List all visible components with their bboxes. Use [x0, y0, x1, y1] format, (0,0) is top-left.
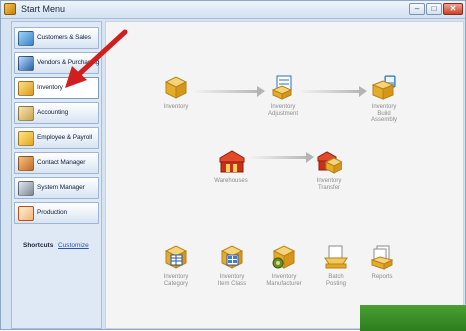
inventory-item-class-icon [219, 244, 245, 270]
annotation-arrow [65, 29, 128, 88]
reports-tile[interactable]: Reports [352, 244, 412, 281]
inventory-box-icon [163, 74, 189, 100]
sidebar-item-production[interactable]: Production [14, 202, 99, 224]
maximize-button[interactable]: □ [426, 3, 442, 15]
close-button[interactable]: ✕ [443, 3, 463, 15]
green-status-strip [360, 305, 466, 331]
vendors-purchasing-icon [18, 56, 34, 71]
sidebar-item-accounting[interactable]: Accounting [14, 102, 99, 124]
start-menu-window: Start Menu – □ ✕ Customers & Sales Vendo… [0, 0, 466, 331]
flow-arrow-connector [300, 86, 367, 97]
shortcuts-label: Shortcuts [23, 242, 54, 249]
sidebar-item-label: Accounting [37, 109, 69, 116]
warehouses-tile[interactable]: Warehouses [201, 148, 261, 185]
batch-posting-icon [323, 244, 349, 270]
window-title: Start Menu [21, 4, 66, 14]
inventory-workspace: Inventory Inventory Adjustment Inventory… [105, 21, 464, 329]
contacts-icon [18, 156, 34, 171]
sidebar-item-label: Inventory [37, 84, 63, 91]
inventory-transfer-tile[interactable]: Inventory Transfer [299, 148, 359, 191]
inventory-item-class-label: Inventory Item Class [217, 274, 247, 287]
sidebar-item-contact-manager[interactable]: Contact Manager [14, 152, 99, 174]
customers-sales-icon [18, 31, 34, 46]
inventory-label: Inventory [163, 104, 189, 110]
production-icon [18, 206, 34, 221]
warehouses-label: Warehouses [214, 178, 248, 184]
title-bar: Start Menu – □ ✕ [1, 1, 465, 19]
manufacturer-icon [271, 244, 297, 270]
inventory-manufacturer-label: Inventory Manufacturer [266, 274, 302, 287]
ledger-icon [18, 106, 34, 121]
flow-arrow-connector [194, 86, 265, 97]
sidebar-item-label: Production [37, 209, 68, 216]
tools-icon [18, 181, 34, 196]
app-icon [4, 3, 16, 15]
inventory-adjustment-icon [270, 74, 296, 100]
sidebar-item-system-manager[interactable]: System Manager [14, 177, 99, 199]
sidebar-item-label: System Manager [37, 184, 85, 191]
inventory-category-label: Inventory Category [163, 274, 189, 287]
inventory-transfer-label: Inventory Transfer [316, 178, 342, 191]
minimize-button[interactable]: – [409, 3, 425, 15]
sidebar-item-employee-payroll[interactable]: Employee & Payroll [14, 127, 99, 149]
inventory-manufacturer-tile[interactable]: Inventory Manufacturer [254, 244, 314, 287]
inventory-adjustment-tile[interactable]: Inventory Adjustment [253, 74, 313, 117]
inventory-build-assembly-label: Inventory Build Assembly [370, 104, 397, 123]
reports-icon [369, 244, 395, 270]
build-assembly-icon [371, 74, 397, 100]
payroll-icon [18, 131, 34, 146]
reports-label: Reports [371, 274, 393, 280]
inventory-category-tile[interactable]: Inventory Category [146, 244, 206, 287]
inventory-build-assembly-tile[interactable]: Inventory Build Assembly [354, 74, 414, 124]
sidebar-item-label: Contact Manager [37, 159, 86, 166]
warehouse-icon [218, 148, 245, 174]
inventory-category-icon [163, 244, 189, 270]
inventory-item-class-tile[interactable]: Inventory Item Class [202, 244, 262, 287]
inventory-box-icon [18, 81, 34, 96]
inventory-adjustment-label: Inventory Adjustment [267, 104, 298, 117]
customize-link[interactable]: Customize [58, 242, 89, 249]
inventory-transfer-icon [316, 148, 344, 174]
sidebar-item-label: Employee & Payroll [37, 134, 92, 141]
